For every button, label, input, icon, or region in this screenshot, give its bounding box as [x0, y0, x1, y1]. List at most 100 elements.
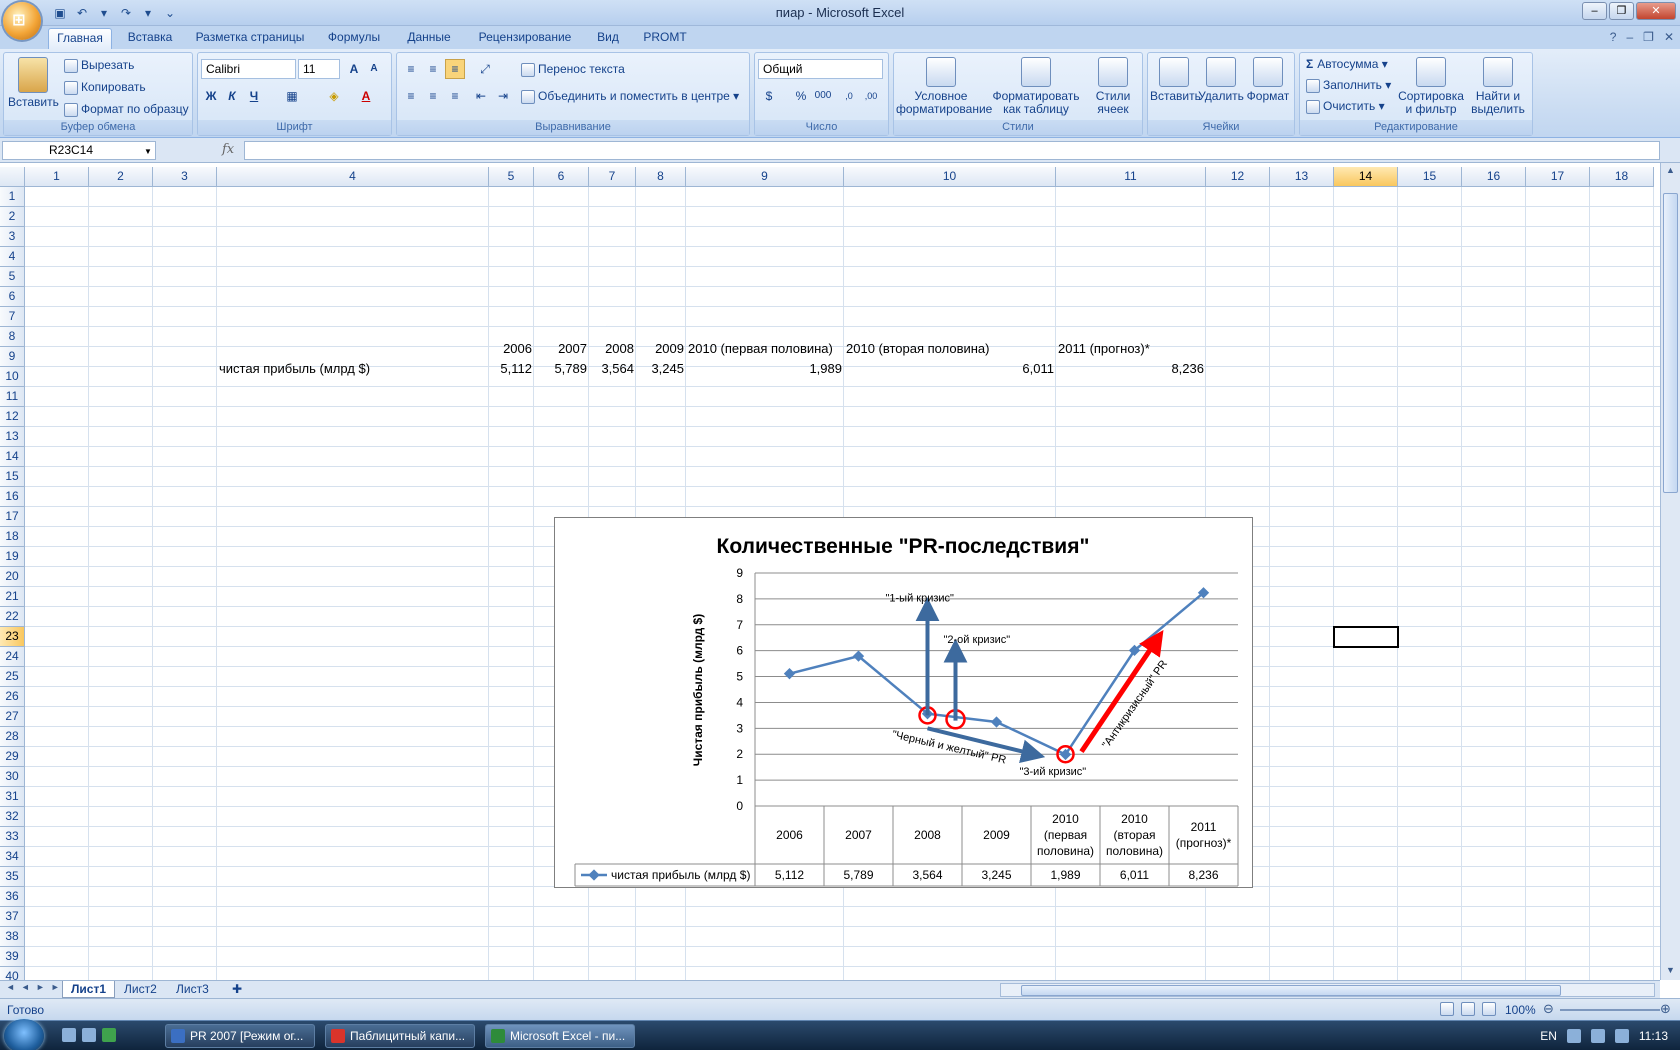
tab-promt[interactable]: PROMT — [638, 28, 692, 49]
font-name-combo[interactable]: Calibri — [201, 59, 296, 79]
column-header-10[interactable]: 10 — [844, 167, 1056, 187]
row-header-15[interactable]: 15 — [0, 467, 25, 487]
row-header-13[interactable]: 13 — [0, 427, 25, 447]
row-header-36[interactable]: 36 — [0, 887, 25, 907]
bold-button[interactable]: Ж — [201, 86, 221, 106]
number-format-combo[interactable]: Общий — [758, 59, 883, 79]
horizontal-scrollbar[interactable] — [1000, 983, 1655, 997]
volume-icon[interactable] — [1614, 1029, 1629, 1043]
row-header-2[interactable]: 2 — [0, 207, 25, 227]
row-header-39[interactable]: 39 — [0, 947, 25, 967]
row-header-1[interactable]: 1 — [0, 187, 25, 207]
copy-button[interactable]: Копировать — [64, 80, 146, 95]
column-header-1[interactable]: 1 — [25, 167, 89, 187]
row-header-25[interactable]: 25 — [0, 667, 25, 687]
doc-close-icon[interactable]: ✕ — [1664, 30, 1674, 44]
row-header-38[interactable]: 38 — [0, 927, 25, 947]
align-center-icon[interactable]: ≡ — [423, 86, 443, 106]
row-header-7[interactable]: 7 — [0, 307, 25, 327]
close-icon[interactable]: ✕ — [1636, 2, 1676, 20]
insert-function-icon[interactable]: fx — [222, 142, 234, 157]
align-left-icon[interactable]: ≡ — [401, 86, 421, 106]
italic-button[interactable]: К — [222, 86, 242, 106]
align-bottom-icon[interactable]: ≡ — [445, 59, 465, 79]
cell-r9c11[interactable]: 2011 (прогноз)* — [1056, 339, 1206, 359]
doc-restore-icon[interactable]: ❐ — [1643, 30, 1654, 44]
row-header-3[interactable]: 3 — [0, 227, 25, 247]
select-all-corner[interactable] — [0, 167, 25, 187]
help-icon[interactable]: ? — [1610, 30, 1617, 44]
column-header-13[interactable]: 13 — [1270, 167, 1334, 187]
row-header-23[interactable]: 23 — [0, 627, 25, 647]
row-header-5[interactable]: 5 — [0, 267, 25, 287]
sort-filter-button[interactable]: Сортировка и фильтр — [1396, 57, 1466, 116]
cell-r9c6[interactable]: 2007 — [534, 339, 589, 359]
column-header-7[interactable]: 7 — [589, 167, 636, 187]
normal-view-icon[interactable] — [1440, 1002, 1454, 1016]
cell-r10c11[interactable]: 8,236 — [1056, 359, 1206, 379]
zoom-in-icon[interactable]: ⊕ — [1660, 1001, 1671, 1017]
column-header-14[interactable]: 14 — [1334, 167, 1398, 187]
row-header-21[interactable]: 21 — [0, 587, 25, 607]
sheet-tab-3[interactable]: Лист3 — [168, 981, 217, 998]
row-header-34[interactable]: 34 — [0, 847, 25, 867]
row-header-18[interactable]: 18 — [0, 527, 25, 547]
taskbar-item-browser[interactable]: Паблицитный капи... — [325, 1024, 475, 1048]
doc-minimize-icon[interactable]: – — [1626, 30, 1633, 44]
app-launch-icon[interactable] — [102, 1028, 116, 1042]
merge-center-button[interactable]: Объединить и поместить в центре ▾ — [521, 89, 739, 104]
cell-r10c10[interactable]: 6,011 — [844, 359, 1056, 379]
sheet-tab-1[interactable]: Лист1 — [62, 981, 116, 998]
explorer-icon[interactable] — [82, 1028, 96, 1042]
show-desktop-icon[interactable] — [62, 1028, 76, 1042]
name-box-dropdown-icon[interactable]: ▼ — [144, 147, 152, 156]
row-header-37[interactable]: 37 — [0, 907, 25, 927]
clock[interactable]: 11:13 — [1639, 1029, 1668, 1043]
cell-r10c5[interactable]: 5,112 — [489, 359, 534, 379]
cell-styles-button[interactable]: Стили ячеек — [1086, 57, 1140, 116]
row-header-4[interactable]: 4 — [0, 247, 25, 267]
align-middle-icon[interactable]: ≡ — [423, 59, 443, 79]
shrink-font-icon[interactable]: A — [364, 59, 384, 79]
align-top-icon[interactable]: ≡ — [401, 59, 421, 79]
tab-home[interactable]: Главная — [48, 28, 112, 49]
format-painter-button[interactable]: Формат по образцу — [64, 102, 189, 117]
decrease-indent-icon[interactable]: ⇤ — [471, 86, 491, 106]
grow-font-icon[interactable]: A — [344, 59, 364, 79]
cell-r10c8[interactable]: 3,245 — [636, 359, 686, 379]
language-indicator[interactable]: EN — [1540, 1029, 1557, 1043]
row-header-33[interactable]: 33 — [0, 827, 25, 847]
column-header-9[interactable]: 9 — [686, 167, 844, 187]
underline-button[interactable]: Ч — [244, 86, 264, 106]
zoom-slider[interactable] — [1560, 1009, 1660, 1011]
fill-button[interactable]: Заполнить ▾ — [1306, 78, 1391, 93]
cell-r10c9[interactable]: 1,989 — [686, 359, 844, 379]
name-box[interactable]: R23C14 — [2, 141, 156, 160]
column-header-6[interactable]: 6 — [534, 167, 589, 187]
cell-r9c10[interactable]: 2010 (вторая половина) — [844, 339, 1056, 359]
row-header-22[interactable]: 22 — [0, 607, 25, 627]
sheet-nav-icon[interactable]: ◄◄►► — [6, 982, 66, 992]
insert-sheet-icon[interactable]: ✚ — [224, 981, 250, 998]
column-header-8[interactable]: 8 — [636, 167, 686, 187]
increase-decimal-icon[interactable]: ,0 — [839, 86, 859, 106]
tab-review[interactable]: Рецензирование — [470, 28, 580, 49]
line-chart[interactable]: Количественные "PR-последствия" 0 1 2 3 4 5 6 7 8… — [554, 517, 1253, 888]
insert-cells-button[interactable]: Вставить — [1150, 57, 1201, 103]
column-header-16[interactable]: 16 — [1462, 167, 1526, 187]
vertical-scrollbar[interactable]: ▲ ▼ — [1660, 163, 1680, 980]
formula-input[interactable] — [244, 141, 1660, 160]
column-header-2[interactable]: 2 — [89, 167, 153, 187]
restore-icon[interactable]: ❐ — [1609, 2, 1634, 20]
column-header-17[interactable]: 17 — [1526, 167, 1590, 187]
borders-icon[interactable]: ▦ — [282, 86, 302, 106]
delete-cells-button[interactable]: Удалить — [1198, 57, 1244, 103]
row-header-10[interactable]: 10 — [0, 367, 25, 387]
orientation-icon[interactable]: ⤢ — [475, 59, 495, 79]
taskbar-item-pr2007[interactable]: PR 2007 [Режим ог... — [165, 1024, 315, 1048]
row-header-9[interactable]: 9 — [0, 347, 25, 367]
cell-r10c4[interactable]: чистая прибыль (млрд $) — [217, 359, 489, 379]
wrap-text-button[interactable]: Перенос текста — [521, 62, 625, 77]
zoom-level[interactable]: 100% — [1505, 1003, 1536, 1017]
format-cells-button[interactable]: Формат — [1244, 57, 1292, 103]
